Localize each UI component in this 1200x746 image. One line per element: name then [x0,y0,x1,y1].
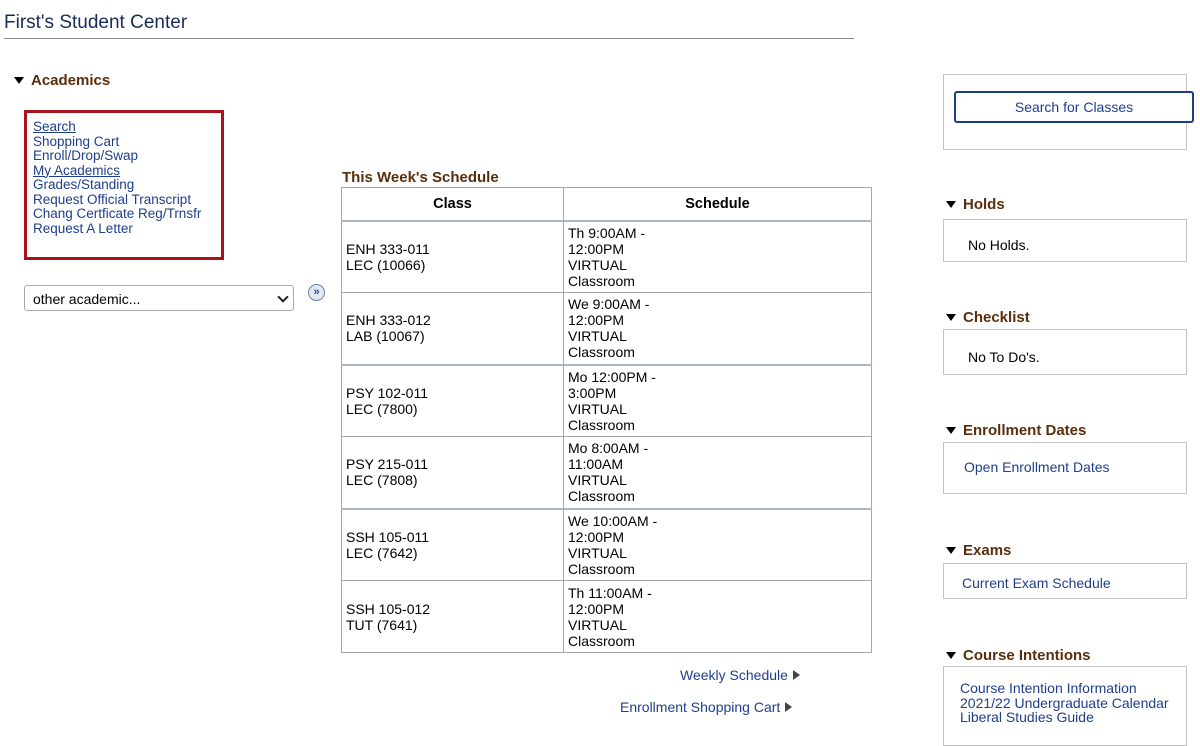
schedule-cell: Th 9:00AM - 12:00PM VIRTUAL Classroom [563,219,872,293]
course-intention-info-link[interactable]: Course Intention Information [960,681,1186,696]
table-row: SSH 105-011 LEC (7642) We 10:00AM - 12:00… [341,507,872,581]
link-search[interactable]: Search [33,119,221,135]
class-code: SSH 105-012 [346,600,431,617]
chevron-down-icon [277,291,289,303]
liberal-studies-guide-link[interactable]: Liberal Studies Guide [960,710,1186,725]
shopping-cart-label: Enrollment Shopping Cart [620,699,781,715]
class-section: LEC (7800) [346,400,418,417]
go-arrow-button[interactable]: » [308,284,325,301]
holds-section-header[interactable]: Holds [946,196,1005,213]
enrollment-shopping-cart-link[interactable]: Enrollment Shopping Cart [620,699,793,715]
table-row: PSY 215-011 LEC (7808) Mo 8:00AM - 11:00A… [341,436,872,509]
link-enroll-drop-swap[interactable]: Enroll/Drop/Swap [33,148,221,164]
current-exam-schedule-link[interactable]: Current Exam Schedule [962,575,1111,591]
schedule-cell: Mo 12:00PM - 3:00PM VIRTUAL Classroom [563,363,872,437]
collapse-triangle-icon[interactable] [946,314,956,321]
class-section: LEC (7642) [346,544,418,561]
page-title: First's Student Center [4,12,188,33]
class-code: PSY 102-011 [346,384,428,401]
class-section: LEC (10066) [346,256,426,273]
holds-heading: Holds [963,196,1005,213]
table-row: ENH 333-011 LEC (10066) Th 9:00AM - 12:00… [341,219,872,293]
class-cell: PSY 102-011 LEC (7800) [341,363,564,437]
undergraduate-calendar-link[interactable]: 2021/22 Undergraduate Calendar [960,695,1186,711]
search-panel: Search for Classes [943,74,1194,150]
collapse-triangle-icon[interactable] [14,77,24,84]
exams-box: Current Exam Schedule [943,563,1187,599]
class-cell: ENH 333-012 LAB (10067) [341,292,564,365]
arrow-right-icon [792,670,800,680]
table-row: ENH 333-012 LAB (10067) We 9:00AM - 12:00… [341,292,872,365]
academics-section-header[interactable]: Academics [14,72,110,89]
schedule-cell: We 10:00AM - 12:00PM VIRTUAL Classroom [563,507,872,581]
class-section: TUT (7641) [346,616,418,633]
table-row: SSH 105-012 TUT (7641) Th 11:00AM - 12:00… [341,580,872,653]
select-value: other academic... [33,291,141,307]
weekly-schedule-label: Weekly Schedule [680,667,788,683]
class-cell: SSH 105-012 TUT (7641) [341,580,564,653]
class-code: PSY 215-011 [346,456,428,473]
table-row: PSY 102-011 LEC (7800) Mo 12:00PM - 3:00P… [341,363,872,437]
course-intentions-box: Course Intention Information 2021/22 Und… [943,666,1187,746]
class-cell: SSH 105-011 LEC (7642) [341,507,564,581]
schedule-table: Class Schedule ENH 333-011 LEC (10066) Th… [341,187,872,653]
collapse-triangle-icon[interactable] [946,547,956,554]
class-code: ENH 333-012 [346,312,431,329]
holds-box: No Holds. [943,219,1187,262]
class-section: LAB (10067) [346,328,425,345]
link-request-transcript[interactable]: Request Official Transcript [33,192,221,208]
link-request-letter[interactable]: Request A Letter [33,221,221,237]
schedule-title: This Week's Schedule [342,169,499,186]
open-enrollment-dates-link[interactable]: Open Enrollment Dates [964,459,1110,475]
class-cell: PSY 215-011 LEC (7808) [341,436,564,509]
course-intentions-heading: Course Intentions [963,647,1091,664]
academics-links-highlight: Search Shopping Cart Enroll/Drop/Swap My… [24,110,224,260]
collapse-triangle-icon[interactable] [946,201,956,208]
schedule-cell: We 9:00AM - 12:00PM VIRTUAL Classroom [563,292,872,365]
checklist-text: No To Do's. [968,349,1040,365]
holds-text: No Holds. [968,237,1030,253]
table-header-row: Class Schedule [341,187,872,221]
checklist-section-header[interactable]: Checklist [946,309,1030,326]
arrow-right-icon [785,702,793,712]
exams-section-header[interactable]: Exams [946,542,1011,559]
weekly-schedule-link[interactable]: Weekly Schedule [680,667,800,683]
academics-heading: Academics [31,72,111,89]
class-code: ENH 333-011 [346,240,430,257]
collapse-triangle-icon[interactable] [946,427,956,434]
enrollment-dates-heading: Enrollment Dates [963,422,1087,439]
enrollment-dates-box: Open Enrollment Dates [943,442,1187,494]
search-for-classes-button[interactable]: Search for Classes [954,91,1194,123]
enrollment-dates-section-header[interactable]: Enrollment Dates [946,422,1086,439]
column-header-schedule: Schedule [563,187,872,221]
class-cell: ENH 333-011 LEC (10066) [341,219,564,293]
collapse-triangle-icon[interactable] [946,652,956,659]
course-intentions-section-header[interactable]: Course Intentions [946,647,1091,664]
schedule-cell: Mo 8:00AM - 11:00AM VIRTUAL Classroom [563,436,872,509]
other-academic-select[interactable]: other academic... [24,285,294,311]
class-code: SSH 105-011 [346,528,430,545]
link-grades-standing[interactable]: Grades/Standing [33,177,221,193]
link-shopping-cart[interactable]: Shopping Cart [33,134,221,150]
link-certificate-reg[interactable]: Chang Certficate Reg/Trnsfr [33,206,221,222]
class-section: LEC (7808) [346,472,418,489]
link-my-academics[interactable]: My Academics [33,163,221,179]
checklist-box: No To Do's. [943,329,1187,375]
exams-heading: Exams [963,542,1012,559]
checklist-heading: Checklist [963,309,1030,326]
schedule-cell: Th 11:00AM - 12:00PM VIRTUAL Classroom [563,580,872,653]
title-divider [4,38,854,39]
column-header-class: Class [341,187,564,221]
